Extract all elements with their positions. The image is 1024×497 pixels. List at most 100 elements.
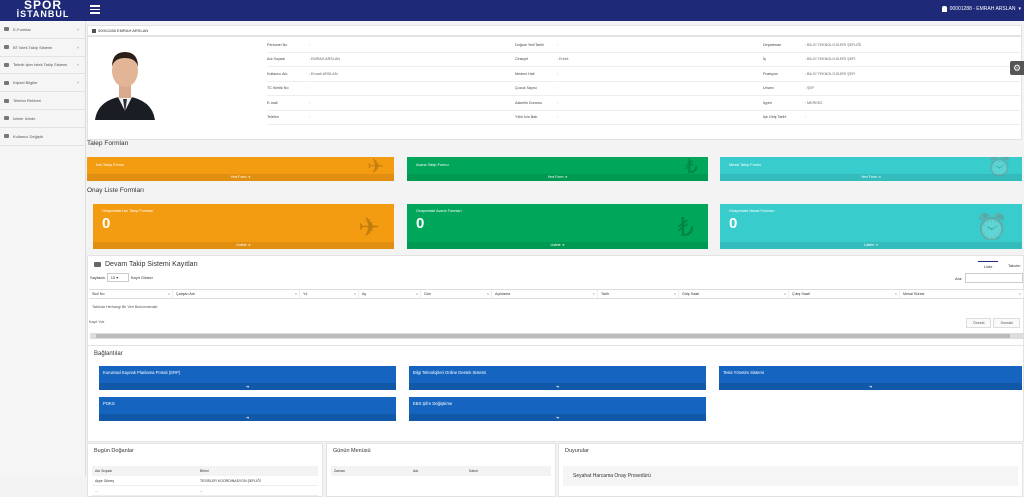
field-value: :: [805, 115, 807, 120]
table-header: Sicil No ⇅ Çalışan Adı ⇅ Yıl ⇅ Ay ⇅ Gün ⇅ Açı…: [89, 289, 1024, 299]
sort-icon: ⇅: [486, 292, 489, 296]
user-icon: [92, 28, 96, 33]
tab-takvim[interactable]: Takvim: [1002, 261, 1024, 270]
link-label: Kurumsal Kaynak Planlama Portalı (ERP): [103, 370, 181, 375]
field-value: : ŞEF: [805, 86, 815, 91]
onay-mesai-card[interactable]: Onaymdaki Mesai Formları 0 ⏰ Listele ➜: [720, 204, 1022, 249]
devam-title: Devam Takip Sistemi Kayıtları: [105, 261, 198, 268]
col-sicil-no[interactable]: Sicil No ⇅: [89, 290, 173, 298]
avans-talep-card[interactable]: Avans Talep Formu ₺ Yeni Form ➜: [407, 157, 708, 181]
sidebar-item-label: Kullanıcı Değiştir: [13, 133, 44, 139]
sidebar-item-e-formlar[interactable]: E-Formlar ˅: [0, 21, 85, 39]
col-cikis-saati[interactable]: Çıkış Saati ⇅: [789, 290, 900, 298]
phone-icon: [4, 98, 9, 103]
sidebar-item-telefon-rehberi[interactable]: Telefon Rehberi: [0, 92, 85, 110]
card-count: 0: [102, 215, 111, 232]
link-bt-destek[interactable]: Bilgi Teknolojileri Online Destek Sistem…: [409, 366, 706, 390]
lira-icon: ₺: [677, 212, 694, 242]
sidebar: E-Formlar ˅ BT İstek Takip Sistemi ˅ Tekni…: [0, 21, 86, 476]
col-gun[interactable]: Gün ⇅: [421, 290, 492, 298]
sort-icon: ⇅: [294, 292, 297, 296]
card-title: Onaymdaki Mesai Formları: [729, 209, 775, 213]
arrow-circle-right-icon: ➜: [99, 414, 396, 421]
col-yil[interactable]: Yıl ⇅: [300, 290, 359, 298]
link-tesis-yonetim[interactable]: Tesis Yönetim Sistemi ➜: [719, 366, 1022, 390]
row-name: Ayşe Güneş: [95, 479, 115, 483]
profile-photo: [90, 41, 160, 120]
user-menu[interactable]: 00001288 - EMRAH ARSLAN ▾: [941, 6, 1021, 12]
col-aciklama[interactable]: Açıklama ⇅: [492, 290, 598, 298]
alarm-clock-icon: ⏰: [975, 212, 1008, 242]
sidebar-item-label: İzinler İzinde: [13, 115, 36, 121]
sidebar-item-kullanici-degistir[interactable]: Kullanıcı Değiştir: [0, 128, 85, 146]
col-ay[interactable]: Ay ⇅: [359, 290, 421, 298]
field-label: Medeni Hali: [515, 71, 535, 76]
arrow-circle-right-icon: ➜: [409, 414, 706, 421]
field-value: : Emrah ARSLAN: [309, 71, 338, 76]
field-label: İşyeri: [763, 100, 772, 105]
card-title: İzin Talep Formu: [96, 163, 124, 167]
search-input[interactable]: [965, 273, 1024, 283]
onay-izin-card[interactable]: Onaymdaki İzin Talep Formları 0 ✈ Listele ➜: [93, 204, 394, 249]
card-title: Avans Talep Formu: [416, 163, 449, 167]
field-label: İşe Giriş Tarihi: [763, 115, 787, 120]
list-link[interactable]: Listele ➜: [720, 242, 1022, 249]
mesai-talep-card[interactable]: Mesai Talep Formu ⏰ Yeni Form ➜: [720, 157, 1022, 181]
menu-title: Günün Menüsü: [333, 448, 371, 454]
field-value: :: [557, 71, 559, 76]
sort-icon: ⇅: [673, 292, 676, 296]
brand-logo[interactable]: SPOR İSTANBUL: [2, 0, 84, 21]
sidebar-item-kisisel-bilgiler[interactable]: Kişisel Bilgiler ˅: [0, 74, 85, 93]
arrow-circle-right-icon: ➜: [877, 175, 881, 179]
col-label: Çalışan Adı: [176, 292, 195, 296]
field-label: Telefon: [267, 115, 279, 120]
list-link[interactable]: Listele ➜: [93, 242, 394, 249]
footer-label: Yeni Form: [547, 175, 564, 179]
prev-page-button[interactable]: Önceki: [966, 318, 992, 328]
col-label: Birimi: [200, 469, 209, 473]
new-form-link[interactable]: Yeni Form ➜: [407, 174, 708, 181]
baglantilar-panel: Bağlantılar Kurumsal Kaynak Planlama Por…: [87, 345, 1024, 442]
col-label: Adı: [413, 469, 419, 473]
sidebar-item-izinler[interactable]: İzinler İzinde: [0, 110, 85, 128]
col-calisan-adi[interactable]: Çalışan Adı ⇅: [173, 290, 300, 298]
sidebar-item-label: Kişisel Bilgiler: [13, 80, 38, 86]
new-form-link[interactable]: Yeni Form ➜: [87, 174, 394, 181]
field-label: İş: [763, 57, 766, 62]
list-link[interactable]: Listele ➜: [407, 242, 708, 249]
settings-gear-icon[interactable]: ⚙: [1010, 61, 1024, 75]
link-ebs-sifre[interactable]: EBS Şifre Değiştirme ➜: [409, 397, 706, 421]
sort-icon: ⇅: [783, 292, 786, 296]
sidebar-item-bt-istek[interactable]: BT İstek Takip Sistemi ˅: [0, 39, 85, 57]
next-page-button[interactable]: Sonraki: [993, 318, 1020, 328]
horizontal-scrollbar[interactable]: [90, 333, 1024, 339]
field-value: : Erkek: [557, 57, 569, 62]
duyurular-panel: Duyurular Seyahat Harcama Onay Prosedürü: [558, 443, 1023, 497]
card-count: 0: [729, 215, 738, 232]
card-title: Mesai Talep Formu: [729, 163, 762, 167]
sidebar-item-teknik-isler[interactable]: Teknik İşler İstek Takip Sistemi ˅: [0, 57, 85, 75]
profile-panel: Personel No: Doğum Yeri/Tarihi: Departman:…: [87, 36, 1022, 140]
field-label: Unvan: [763, 86, 774, 91]
link-erp[interactable]: Kurumsal Kaynak Planlama Portalı (ERP) ➜: [99, 366, 396, 390]
col-mesai-suresi[interactable]: Mesai Süresi ⇅: [900, 290, 1024, 298]
duyuru-item[interactable]: Seyahat Harcama Onay Prosedürü: [563, 466, 1018, 486]
hamburger-menu-icon[interactable]: [90, 5, 100, 15]
col-label: Giriş Saati: [682, 292, 700, 296]
tab-liste[interactable]: Liste: [978, 261, 999, 271]
chevron-down-icon: ˅: [76, 62, 79, 68]
col-giris-saati[interactable]: Giriş Saati ⇅: [679, 290, 789, 298]
user-label: 00001288 - EMRAH ARSLAN: [949, 6, 1016, 12]
izin-talep-card[interactable]: İzin Talep Formu ✈ Yeni Form ➜: [87, 157, 394, 181]
logo-line2: İSTANBUL: [16, 9, 70, 19]
scrollbar-thumb[interactable]: [96, 334, 1010, 338]
onay-avans-card[interactable]: Onaymdaki Avans Formları 0 ₺ Listele ➜: [407, 204, 708, 249]
col-tarih[interactable]: Tarih ⇅: [598, 290, 679, 298]
link-poks[interactable]: POKS ➜: [99, 397, 396, 421]
chevron-down-icon: ˅: [76, 44, 79, 50]
sidebar-item-label: BT İstek Takip Sistemi: [13, 44, 53, 50]
new-form-link[interactable]: Yeni Form ➜: [720, 174, 1022, 181]
page-size-select[interactable]: 10 ▾: [106, 273, 129, 282]
arrow-circle-right-icon: ➜: [561, 243, 565, 247]
profile-header-label: 00001288 EMRAH ARSLAN: [98, 28, 149, 33]
